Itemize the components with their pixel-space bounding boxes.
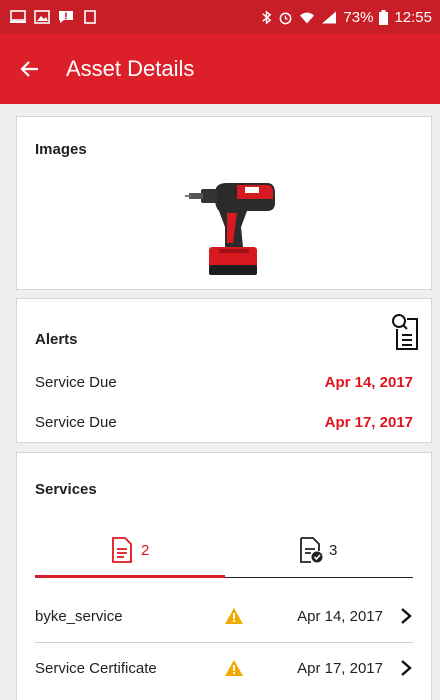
alert-label: Service Due <box>35 413 117 431</box>
alert-date: Apr 14, 2017 <box>324 373 413 391</box>
services-title: Services <box>35 481 97 498</box>
service-name: byke_service <box>35 607 123 625</box>
chevron-right-icon <box>401 608 412 624</box>
service-row[interactable]: Service Certificate Apr 17, 2017 <box>35 643 413 693</box>
power-drill-image[interactable] <box>185 169 277 281</box>
bluetooth-icon <box>262 10 272 24</box>
active-tab-indicator <box>35 575 225 578</box>
arrow-left-icon <box>20 61 38 77</box>
alerts-title: Alerts <box>35 331 78 348</box>
page-title: Asset Details <box>66 56 195 81</box>
tab-open-services[interactable]: 2 <box>111 535 149 565</box>
tab-completed-services[interactable]: 3 <box>299 535 337 565</box>
status-bar: 73% 12:55 <box>0 0 440 34</box>
alerts-card: Alerts Service Due Apr 14, 2017 Service … <box>16 298 432 443</box>
app-bar: Asset Details <box>0 34 440 104</box>
notification-icons <box>10 10 98 24</box>
wifi-icon <box>300 12 315 23</box>
signal-icon <box>322 11 337 23</box>
images-card: Images <box>16 116 432 290</box>
services-card: Services 2 3 byke_service Apr 14, 2017 S… <box>16 452 432 700</box>
alert-label: Service Due <box>35 373 117 391</box>
alarm-icon <box>280 12 292 24</box>
alert-date: Apr 17, 2017 <box>324 413 413 431</box>
gallery-icon <box>34 10 50 24</box>
clock: 12:55 <box>394 8 432 26</box>
document-check-icon <box>300 537 323 563</box>
document-icon <box>112 537 132 563</box>
alert-row[interactable]: Service Due Apr 14, 2017 <box>35 371 413 393</box>
battery-percent: 73% <box>343 8 374 26</box>
message-icon <box>59 11 73 23</box>
images-title: Images <box>35 141 87 158</box>
warning-icon <box>225 608 243 624</box>
clipboard-icon <box>84 10 96 24</box>
document-search-icon[interactable] <box>389 313 419 351</box>
warning-icon <box>225 660 243 676</box>
battery-icon <box>379 9 389 25</box>
tab-count: 3 <box>329 541 338 559</box>
cast-icon <box>10 10 26 23</box>
alert-row[interactable]: Service Due Apr 17, 2017 <box>35 411 413 433</box>
service-row[interactable]: byke_service Apr 14, 2017 <box>35 591 413 641</box>
service-date: Apr 14, 2017 <box>297 607 383 625</box>
back-button[interactable] <box>0 34 60 104</box>
chevron-right-icon <box>401 660 412 676</box>
service-name: Service Certificate <box>35 659 157 677</box>
service-date: Apr 17, 2017 <box>297 659 383 677</box>
system-status: 73% 12:55 <box>261 9 432 26</box>
tab-count: 2 <box>141 541 150 559</box>
